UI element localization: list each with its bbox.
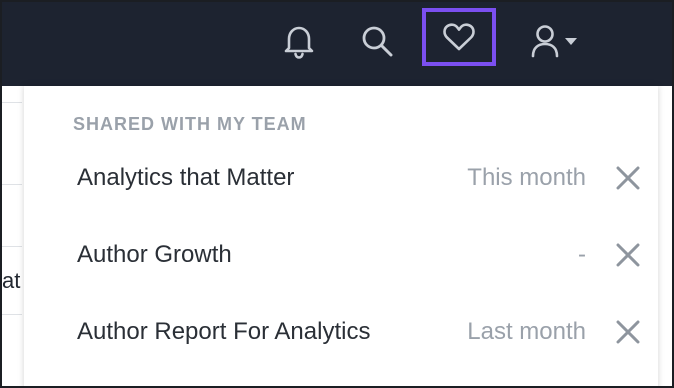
app-frame: at SHARED WITH MY TEAM Analytics that Ma… — [2, 2, 672, 386]
section-title: SHARED WITH MY TEAM — [73, 114, 307, 134]
favorites-dropdown: SHARED WITH MY TEAM Analytics that Matte… — [24, 86, 658, 386]
background-text-fragment: at — [2, 268, 21, 293]
heart-icon — [442, 22, 476, 52]
background-page-right — [658, 86, 672, 386]
background-page-left — [2, 86, 22, 386]
user-menu-button[interactable] — [522, 20, 586, 62]
favorites-button[interactable] — [422, 8, 496, 66]
divider — [2, 246, 22, 247]
favorite-item-meta: This month — [467, 164, 586, 191]
top-navigation-bar — [2, 2, 672, 86]
divider — [2, 102, 22, 103]
close-icon[interactable] — [614, 241, 642, 269]
favorite-item-meta: - — [578, 241, 586, 268]
favorite-item-name[interactable]: Analytics that Matter — [77, 164, 294, 192]
divider — [2, 184, 22, 185]
bell-icon[interactable] — [278, 20, 320, 62]
close-icon[interactable] — [614, 164, 642, 192]
caret-down-icon — [564, 36, 578, 46]
favorite-item[interactable]: Analytics that Matter This month — [24, 148, 658, 208]
user-icon — [530, 23, 564, 59]
divider — [2, 314, 22, 315]
favorite-item-meta: Last month — [467, 318, 586, 345]
favorite-item-name[interactable]: Author Growth — [77, 241, 232, 269]
favorite-item[interactable]: Author Growth - — [24, 225, 658, 285]
favorite-item-name[interactable]: Author Report For Analytics — [77, 318, 370, 346]
search-icon[interactable] — [356, 20, 398, 62]
favorite-item[interactable]: Author Report For Analytics Last month — [24, 302, 658, 362]
close-icon[interactable] — [614, 318, 642, 346]
